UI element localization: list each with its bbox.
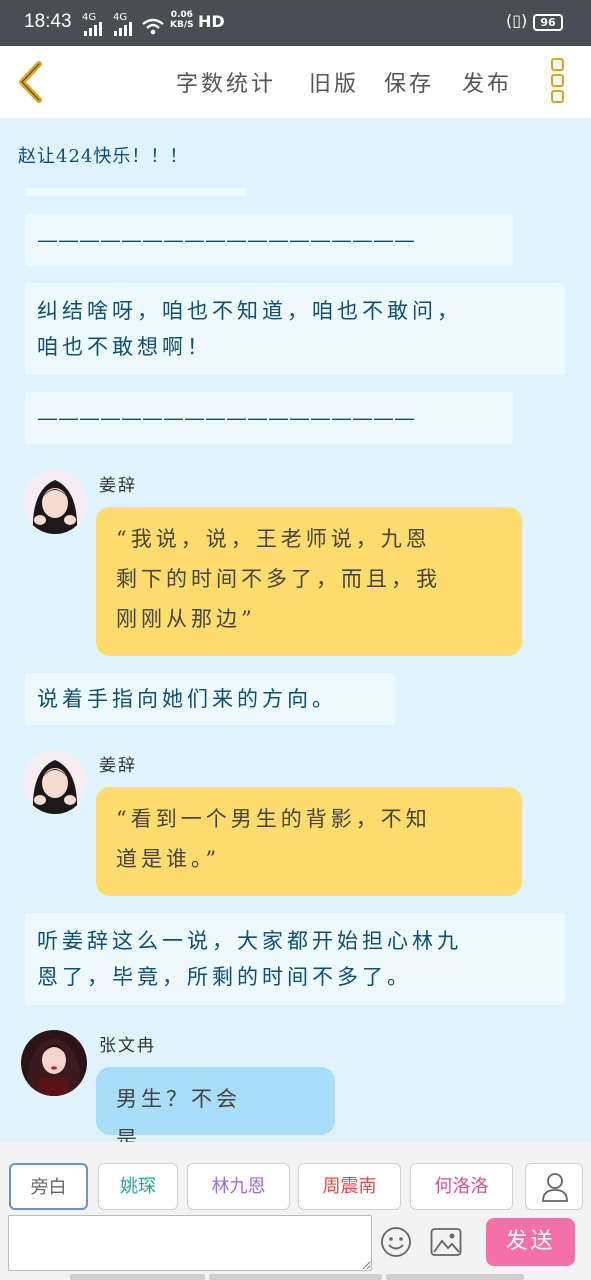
separator-block[interactable]: —————————————————— (25, 214, 513, 266)
add-character-button[interactable] (525, 1163, 583, 1210)
separator-text: —————————————————— (37, 406, 415, 430)
avatar[interactable] (23, 750, 87, 814)
wifi-icon (142, 18, 164, 35)
narration-line: 说着手指向她们来的方向。 (37, 687, 337, 711)
narration-block[interactable]: 听姜辞这么一说，大家都开始担心林九 恩了，毕竟，所剩的时间不多了。 (25, 913, 565, 1005)
speaker-name: 姜辞 (99, 476, 137, 496)
scroll-handle (386, 1274, 524, 1280)
dialog-bubble[interactable]: “我说，说，王老师说，九恩 剩下的时间不多了，而且，我 刚刚从那边” (96, 507, 522, 656)
scroll-handle (70, 1274, 205, 1280)
status-time: 18:43 (24, 11, 72, 32)
scroll-handle (209, 1274, 382, 1280)
narration-block[interactable]: 纠结啥呀，咱也不知道，咱也不敢问， 咱也不敢想啊！ (25, 283, 565, 375)
narration-line: 恩了，毕竟，所剩的时间不多了。 (37, 965, 412, 989)
net-speed-value: 0.06 (170, 10, 193, 20)
dialog-line: 道是谁。” (116, 847, 221, 871)
net-speed: 0.06 KB/S (170, 10, 194, 30)
speaker-name: 张文冉 (99, 1036, 156, 1056)
separator-block[interactable]: —————————————————— (25, 392, 513, 444)
previous-block-edge (25, 188, 247, 196)
role-chip[interactable]: 何洛洛 (410, 1163, 513, 1210)
dialog-bubble[interactable]: 男生？不会是…… (96, 1067, 335, 1142)
message-input[interactable] (8, 1215, 372, 1271)
composer-bar: 旁白 姚琛 林九恩 周震南 何洛洛 发送 (0, 1142, 591, 1280)
dialog-line: “我说，说，王老师说，九恩 (116, 527, 431, 551)
dialog-line: 刚刚从那边” (116, 607, 256, 631)
hd-indicator: HD (198, 12, 225, 31)
story-title-line: 赵让424快乐！！！ (18, 146, 189, 167)
dialog-line: “看到一个男生的背影，不知 (116, 807, 431, 831)
battery-indicator: 96 (533, 14, 563, 31)
status-bar: 18:43 4G 4G 0.06 KB/S HD (▯) 96 (0, 0, 591, 46)
avatar[interactable] (21, 1030, 87, 1096)
vibrate-icon: (▯) (506, 11, 528, 30)
dialog-bubble[interactable]: “看到一个男生的背影，不知 道是谁。” (96, 787, 522, 896)
dialog-line: 男生？不会是…… (116, 1087, 241, 1142)
story-content: 赵让424快乐！！！ —————————————————— 纠结啥呀，咱也不知道… (0, 118, 591, 1142)
role-chip-narrator[interactable]: 旁白 (9, 1163, 88, 1210)
avatar[interactable] (23, 470, 87, 534)
separator-text: —————————————————— (37, 228, 415, 252)
role-chip[interactable]: 周震南 (298, 1163, 401, 1210)
narration-line: 听姜辞这么一说，大家都开始担心林九 (37, 929, 462, 953)
back-arrow-icon[interactable] (14, 60, 48, 104)
save-button[interactable]: 保存 (384, 66, 434, 98)
word-count-button[interactable]: 字数统计 (176, 66, 276, 98)
old-version-button[interactable]: 旧版 (309, 66, 359, 98)
signal-bars-icon (84, 22, 102, 36)
editor-header: 字数统计 旧版 保存 发布 (0, 46, 591, 118)
signal-bars-icon (114, 22, 132, 36)
publish-button[interactable]: 发布 (462, 66, 512, 98)
narration-line: 咱也不敢想啊！ (37, 335, 212, 359)
more-options-icon[interactable] (549, 58, 567, 106)
speaker-name: 姜辞 (99, 756, 137, 776)
role-chip[interactable]: 林九恩 (187, 1163, 290, 1210)
role-chip[interactable]: 姚琛 (98, 1163, 178, 1210)
image-icon[interactable] (430, 1227, 462, 1257)
net-speed-unit: KB/S (170, 20, 194, 30)
narration-block[interactable]: 说着手指向她们来的方向。 (25, 673, 395, 725)
dialog-line: 剩下的时间不多了，而且，我 (116, 567, 441, 591)
person-icon (542, 1173, 568, 1202)
send-button[interactable]: 发送 (486, 1218, 575, 1266)
narration-line: 纠结啥呀，咱也不知道，咱也不敢问， (37, 299, 462, 323)
emoji-icon[interactable] (380, 1226, 412, 1258)
